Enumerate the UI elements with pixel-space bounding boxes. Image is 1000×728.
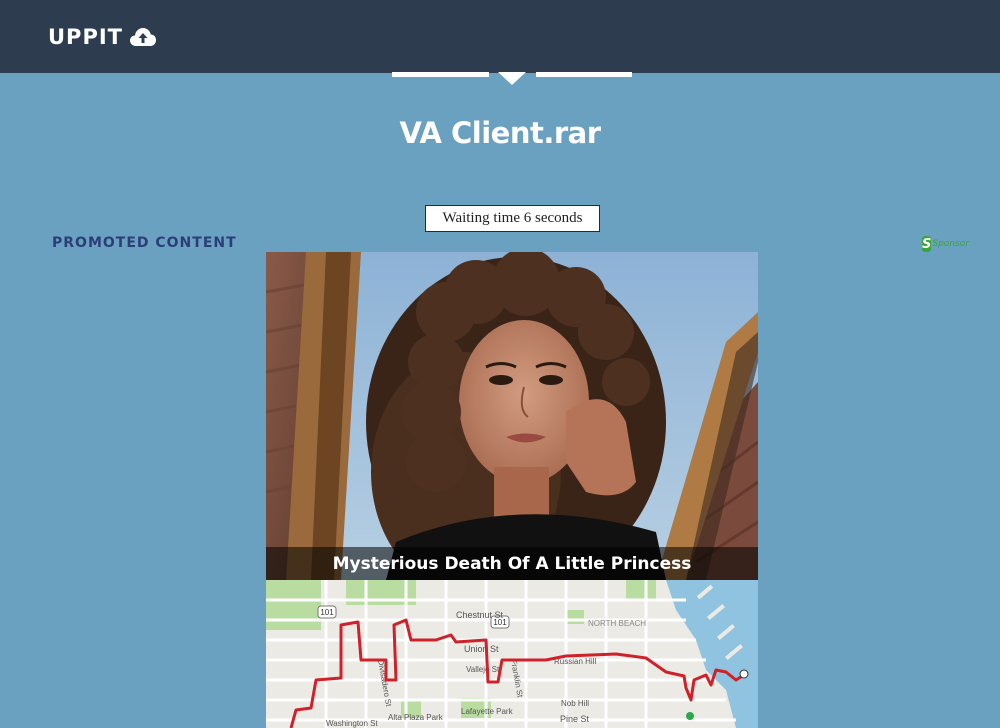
- sponsor-logo[interactable]: S Sponsor: [922, 235, 969, 253]
- wait-timer: Waiting time 6 seconds: [425, 205, 600, 232]
- sponsor-logo-mark: S: [922, 236, 932, 252]
- title-divider-right: [536, 72, 632, 77]
- map-label-chestnut: Chestnut St: [456, 610, 504, 620]
- map-label-north-beach: NORTH BEACH: [588, 619, 646, 628]
- map-label-union: Union St: [464, 644, 499, 654]
- map-end-marker: [739, 669, 749, 679]
- sponsor-logo-text: Sponsor: [932, 239, 969, 249]
- portrait-photo: [266, 252, 758, 580]
- top-bar: UPPIT: [0, 0, 1000, 73]
- cloud-upload-icon: [129, 27, 156, 46]
- title-divider-arrow: [498, 72, 526, 85]
- map-start-marker: [686, 712, 694, 720]
- street-map: 101 101 Chestnut St Union St Vallejo St …: [266, 580, 758, 728]
- map-label-nob-hill: Nob Hill: [561, 699, 589, 708]
- promo-item-portrait[interactable]: Mysterious Death Of A Little Princess: [266, 252, 758, 580]
- file-title: VA Client.rar: [399, 116, 601, 150]
- map-label-vallejo: Vallejo St: [466, 665, 500, 674]
- promo-caption: Mysterious Death Of A Little Princess: [266, 547, 758, 580]
- promoted-content-label: PROMOTED CONTENT: [52, 235, 237, 251]
- map-label-lafayette: Lafayette Park: [461, 707, 514, 716]
- map-label-washington: Washington St: [326, 719, 379, 728]
- map-label-101: 101: [320, 608, 334, 617]
- title-divider-left: [392, 72, 489, 77]
- site-logo[interactable]: UPPIT: [48, 25, 157, 49]
- promo-item-map[interactable]: 101 101 Chestnut St Union St Vallejo St …: [266, 580, 758, 728]
- logo-text: UPPIT: [48, 24, 123, 49]
- map-label-alta-plaza: Alta Plaza Park: [388, 713, 444, 722]
- map-label-pine: Pine St: [560, 714, 590, 724]
